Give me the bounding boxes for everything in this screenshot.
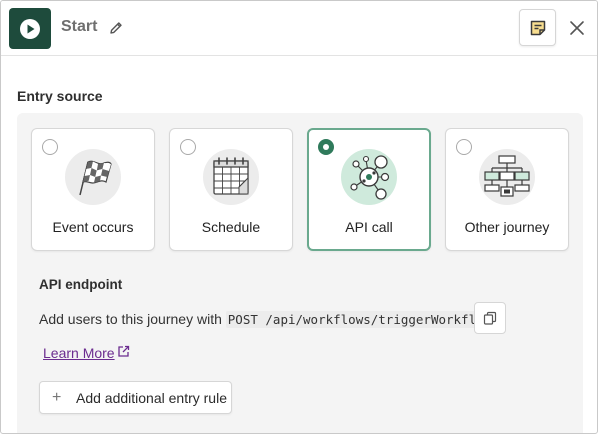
entry-option-other-journey[interactable]: Other journey [445, 128, 569, 251]
entry-option-label: API call [345, 219, 393, 235]
flowchart-icon [479, 149, 535, 205]
plus-icon: + [52, 389, 62, 406]
entry-source-title: Entry source [17, 88, 103, 104]
sticky-note-icon [530, 20, 545, 35]
radio-button[interactable] [42, 139, 58, 155]
add-entry-rule-button[interactable]: + Add additional entry rule [39, 381, 232, 414]
add-entry-rule-label: Add additional entry rule [76, 390, 227, 406]
copy-icon [483, 311, 497, 325]
pencil-icon[interactable] [108, 20, 124, 36]
entry-option-label: Other journey [464, 219, 550, 235]
page-title: Start [61, 18, 98, 35]
panel-header: Start [1, 1, 597, 56]
radio-button-selected[interactable] [318, 139, 334, 155]
entry-option-label: Schedule [201, 219, 261, 235]
learn-more-link[interactable]: Learn More [43, 345, 115, 361]
notes-button[interactable] [519, 9, 556, 46]
play-tile [9, 8, 51, 49]
external-link-icon[interactable] [117, 345, 130, 358]
close-icon[interactable] [568, 19, 586, 37]
calendar-icon [203, 149, 259, 205]
api-endpoint-title: API endpoint [39, 277, 123, 292]
copy-endpoint-button[interactable] [474, 302, 506, 334]
start-panel: Start Entry source Event occurs Schedule… [0, 0, 598, 434]
api-endpoint-code: POST /api/workflows/triggerWorkflow [225, 311, 494, 328]
radio-button[interactable] [456, 139, 472, 155]
entry-option-schedule[interactable]: Schedule [169, 128, 293, 251]
entry-option-api-call[interactable]: API call [307, 128, 431, 251]
checkered-flag-icon [65, 149, 121, 205]
play-circle-icon [20, 18, 40, 39]
api-description-text: Add users to this journey with [39, 311, 222, 327]
entry-option-event-occurs[interactable]: Event occurs [31, 128, 155, 251]
api-network-icon [341, 149, 397, 205]
radio-button[interactable] [180, 139, 196, 155]
api-endpoint-description: Add users to this journey with POST /api… [39, 311, 494, 328]
entry-option-label: Event occurs [52, 219, 134, 235]
